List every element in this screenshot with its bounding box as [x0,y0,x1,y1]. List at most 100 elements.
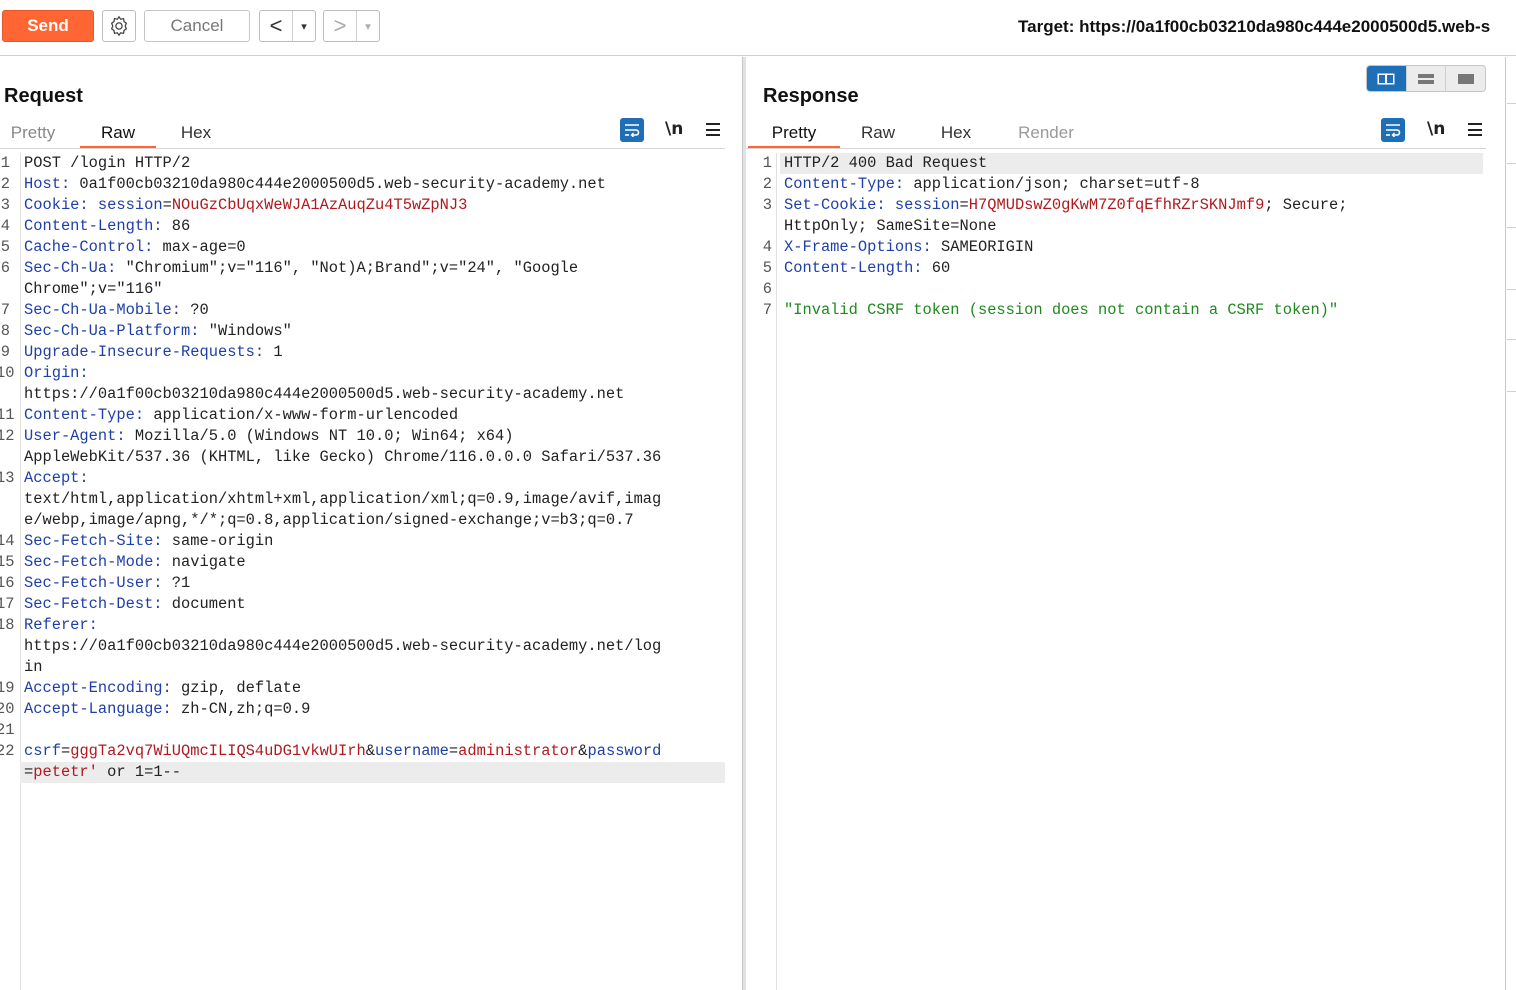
gear-icon [110,15,128,37]
line-number: 8 [0,322,10,340]
line-text: Content-Length: 86 [24,216,190,237]
tab-response-hex[interactable]: Hex [926,117,986,149]
header-key: X-Frame-Options: [784,238,932,256]
line-number: 4 [0,217,10,235]
line-text: X-Frame-Options: SAMEORIGIN [784,237,1033,258]
code-line: 5 Content-Length: 60 [746,258,1506,279]
tab-request-pretty[interactable]: Pretty [0,117,66,149]
newline-icon[interactable]: \n [665,119,683,139]
response-menu-icon[interactable] [1468,123,1482,136]
line-value: gzip, deflate [171,679,302,697]
line-number: 12 [0,427,15,445]
header-key: Origin: [24,364,89,382]
tab-response-render[interactable]: Render [1008,117,1084,149]
line-text: AppleWebKit/537.36 (KHTML, like Gecko) C… [24,447,661,468]
line-value: Chrome";v="116" [24,280,163,298]
line-text: Set-Cookie: session=H7QMUDswZ0gKwM7Z0fqE… [784,195,1347,216]
request-title: Request [4,85,83,107]
line-value: in [24,658,43,676]
line-text: HttpOnly; SameSite=None [784,216,996,237]
request-editor[interactable]: 1 POST /login HTTP/2 2 Host: 0a1f00cb03210d… [0,153,742,990]
line-number: 21 [0,721,15,739]
forward-history-dropdown[interactable]: ▾ [357,11,379,41]
target-url[interactable]: Target: https://0a1f00cb03210da980c444e2… [1018,17,1490,37]
header-key: Upgrade-Insecure-Requests: [24,343,265,361]
request-wrap-lines-button[interactable] [620,118,644,142]
forward-button[interactable]: > [324,11,357,41]
header-key: Content-Type: [24,406,145,424]
line-number: 15 [0,553,15,571]
header-key: Sec-Ch-Ua-Platform: [24,322,200,340]
line-value: 60 [922,259,951,277]
forward-nav-group: > ▾ [323,10,380,42]
code-line: Chrome";v="116" [0,279,742,300]
line-value: document [162,595,246,613]
tab-response-pretty[interactable]: Pretty [748,117,840,149]
header-key: Sec-Ch-Ua-Mobile: [24,301,182,319]
line-text: in [24,657,42,678]
header-key: User-Agent: [24,427,126,445]
line-value: 86 [162,217,191,235]
line-number: 6 [0,259,10,277]
response-body-text: "Invalid CSRF token (session does not co… [784,301,1339,319]
response-wrap-lines-button[interactable] [1381,118,1405,142]
line-number: 11 [0,406,15,424]
settings-button[interactable] [102,10,136,42]
code-line: in [0,657,742,678]
response-editor[interactable]: 1 HTTP/2 400 Bad Request 2 Content-Type: ap… [746,153,1506,990]
line-value: SAMEORIGIN [931,238,1034,256]
line-text: Chrome";v="116" [24,279,163,300]
layout-single-button[interactable] [1446,66,1485,91]
send-button[interactable]: Send [2,10,94,42]
line-text: Accept: [24,468,89,489]
line-text: Sec-Fetch-User: ?1 [24,573,190,594]
code-line: 20 Accept-Language: zh-CN,zh;q=0.9 [0,699,742,720]
line-text: https://0a1f00cb03210da980c444e2000500d5… [24,636,661,657]
back-history-dropdown[interactable]: ▾ [293,11,315,41]
header-key: Content-Length: [24,217,163,235]
line-text: =petetr' or 1=1-- [24,762,181,783]
line-number: 5 [0,238,10,256]
code-line: 6 [746,279,1506,300]
cancel-button[interactable]: Cancel [144,10,250,42]
header-key: session [97,196,163,214]
request-menu-icon[interactable] [706,123,720,136]
code-line: 21 [0,720,742,741]
code-line: 10 Origin: [0,363,742,384]
line-text: Content-Length: 60 [784,258,950,279]
back-button[interactable]: < [260,11,293,41]
line-number: 7 [0,301,10,319]
line-text: Sec-Fetch-Site: same-origin [24,531,273,552]
line-text: POST /login HTTP/2 [24,153,190,174]
layout-top-bottom-button[interactable] [1407,66,1447,91]
tab-request-raw[interactable]: Raw [80,117,156,149]
code-line: 9 Upgrade-Insecure-Requests: 1 [0,342,742,363]
code-line: 3 Cookie: session=NOuGzCbUqxWeWJA1AzAuqZu… [0,195,742,216]
line-text: Content-Type: application/json; charset=… [784,174,1200,195]
line-text: Sec-Ch-Ua: "Chromium";v="116", "Not)A;Br… [24,258,578,279]
code-line: 11 Content-Type: application/x-www-form-u… [0,405,742,426]
line-number: 14 [0,532,15,550]
line-value: ?1 [162,574,191,592]
tab-response-raw[interactable]: Raw [850,117,906,149]
line-number: 22 [0,742,15,760]
line-text: "Invalid CSRF token (session does not co… [784,300,1338,321]
layout-side-by-side-icon [1377,73,1395,84]
line-value: Mozilla/5.0 (Windows NT 10.0; Win64; x64… [125,427,514,445]
header-key: Sec-Fetch-User: [24,574,163,592]
header-key: Sec-Fetch-Dest: [24,595,163,613]
response-panel: Response Pretty Raw Hex Render \n 1 HTTP/… [746,57,1506,990]
line-text: Sec-Ch-Ua-Mobile: ?0 [24,300,209,321]
tab-request-hex[interactable]: Hex [166,117,226,149]
layout-side-by-side-button[interactable] [1367,66,1407,91]
line-text: Referer: [24,615,98,636]
line-text: e/webp,image/apng,*/*;q=0.8,application/… [24,510,634,531]
back-nav-group: < ▾ [259,10,316,42]
code-line: text/html,application/xhtml+xml,applicat… [0,489,742,510]
newline-icon[interactable]: \n [1427,119,1445,139]
code-line: 7 "Invalid CSRF token (session does not c… [746,300,1506,321]
line-value: = [60,742,71,760]
header-key: Sec-Fetch-Mode: [24,553,163,571]
header-key: Content-Type: [784,175,905,193]
line-text: Sec-Fetch-Mode: navigate [24,552,246,573]
